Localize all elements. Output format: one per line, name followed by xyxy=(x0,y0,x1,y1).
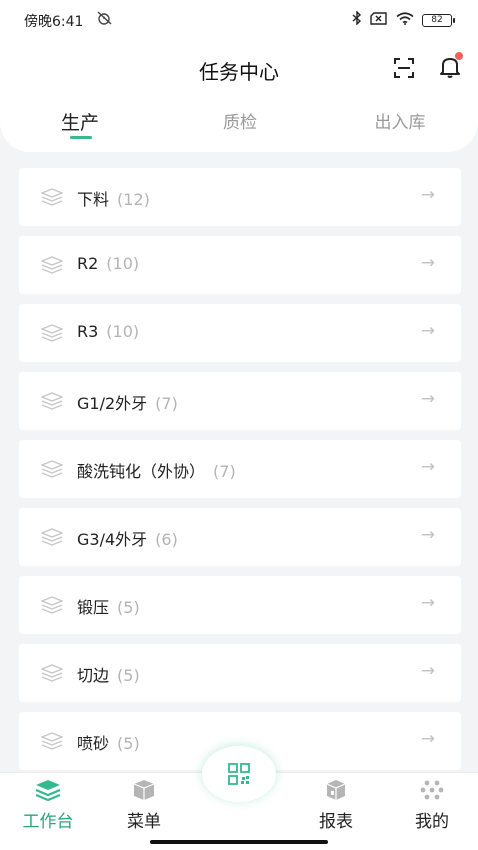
dots-grid-icon xyxy=(419,779,445,801)
cube-icon xyxy=(323,779,349,801)
task-label: G1/2外牙 (7) xyxy=(77,390,178,414)
tab-warehouse[interactable]: 出入库 xyxy=(340,108,460,133)
bluetooth-icon xyxy=(352,10,362,29)
arrow-right-icon: → xyxy=(420,321,435,341)
layers-icon xyxy=(40,460,64,478)
task-name: R2 xyxy=(77,254,99,273)
task-label: 锻压 (5) xyxy=(77,594,140,618)
nav-label: 菜单 xyxy=(127,812,161,832)
task-label: G3/4外牙 (6) xyxy=(77,526,178,550)
layers-icon xyxy=(40,392,64,410)
layers-icon xyxy=(40,732,64,750)
status-bar: 傍晚6:41 82 xyxy=(0,0,478,40)
task-item[interactable]: 酸洗钝化（外协） (7) → xyxy=(19,440,461,498)
task-count: (5) xyxy=(117,734,140,753)
task-label: R2 (10) xyxy=(77,254,139,273)
muted-alarm-icon xyxy=(96,11,114,29)
tab-quality[interactable]: 质检 xyxy=(180,108,300,133)
arrow-right-icon: → xyxy=(420,253,435,273)
notification-badge xyxy=(455,52,463,60)
task-item[interactable]: G1/2外牙 (7) → xyxy=(19,372,461,430)
status-time: 傍晚6:41 xyxy=(24,14,84,30)
task-name: R3 xyxy=(77,322,99,341)
arrow-right-icon: → xyxy=(420,389,435,409)
arrow-right-icon: → xyxy=(420,185,435,205)
task-item[interactable]: G3/4外牙 (6) → xyxy=(19,508,461,566)
task-name: G3/4外牙 xyxy=(77,530,148,549)
arrow-right-icon: → xyxy=(420,525,435,545)
layers-icon xyxy=(35,779,61,802)
no-sim-icon xyxy=(370,11,388,29)
box-icon xyxy=(131,779,157,801)
task-name: G1/2外牙 xyxy=(77,394,148,413)
arrow-right-icon: → xyxy=(420,729,435,749)
home-indicator xyxy=(150,840,328,844)
task-item[interactable]: 锻压 (5) → xyxy=(19,576,461,634)
layers-icon xyxy=(40,188,64,206)
nav-report[interactable]: 报表 xyxy=(291,779,381,832)
task-count: (5) xyxy=(117,666,140,685)
layers-icon xyxy=(40,596,64,614)
arrow-right-icon: → xyxy=(420,593,435,613)
task-count: (10) xyxy=(106,254,140,273)
arrow-right-icon: → xyxy=(420,661,435,681)
task-label: 酸洗钝化（外协） (7) xyxy=(77,458,236,482)
task-name: 喷砂 xyxy=(77,734,110,753)
task-count: (12) xyxy=(117,190,150,209)
layers-icon xyxy=(40,324,64,342)
layers-icon xyxy=(40,664,64,682)
task-label: 切边 (5) xyxy=(77,662,140,686)
layers-icon xyxy=(40,256,64,274)
task-label: R3 (10) xyxy=(77,322,139,341)
task-label: 下料 (12) xyxy=(77,186,150,210)
task-item[interactable]: 切边 (5) → xyxy=(19,644,461,702)
nav-label: 报表 xyxy=(319,812,353,832)
tab-production[interactable]: 生产 xyxy=(20,108,140,135)
nav-mine[interactable]: 我的 xyxy=(387,779,477,832)
task-label: 喷砂 (5) xyxy=(77,730,140,754)
task-name: 下料 xyxy=(77,190,110,209)
task-item[interactable]: R3 (10) → xyxy=(19,304,461,362)
tab-active-indicator xyxy=(70,136,92,139)
header: 任务中心 生产 质检 出入库 xyxy=(0,40,478,152)
task-item[interactable]: 下料 (12) → xyxy=(19,168,461,226)
nav-menu[interactable]: 菜单 xyxy=(99,779,189,832)
qr-scan-button[interactable] xyxy=(202,746,276,802)
nav-label: 我的 xyxy=(415,812,449,832)
task-count: (10) xyxy=(106,322,140,341)
task-name: 切边 xyxy=(77,666,110,685)
wifi-icon xyxy=(396,11,414,29)
task-name: 酸洗钝化（外协） xyxy=(77,462,206,481)
nav-workbench[interactable]: 工作台 xyxy=(3,779,93,832)
task-list: 下料 (12) → R2 (10) → R3 (10) → G1/2外牙 (7) → 酸… xyxy=(19,168,461,772)
task-count: (7) xyxy=(213,462,236,481)
task-count: (7) xyxy=(155,394,178,413)
task-count: (6) xyxy=(155,530,178,549)
task-count: (5) xyxy=(117,598,140,617)
layers-icon xyxy=(40,528,64,546)
scan-icon[interactable] xyxy=(392,56,416,80)
status-icons: 82 xyxy=(352,10,455,29)
nav-label: 工作台 xyxy=(22,812,74,832)
battery-icon: 82 xyxy=(422,13,455,27)
task-name: 锻压 xyxy=(77,598,110,617)
task-item[interactable]: R2 (10) → xyxy=(19,236,461,294)
arrow-right-icon: → xyxy=(420,457,435,477)
qr-code-icon xyxy=(228,763,250,785)
